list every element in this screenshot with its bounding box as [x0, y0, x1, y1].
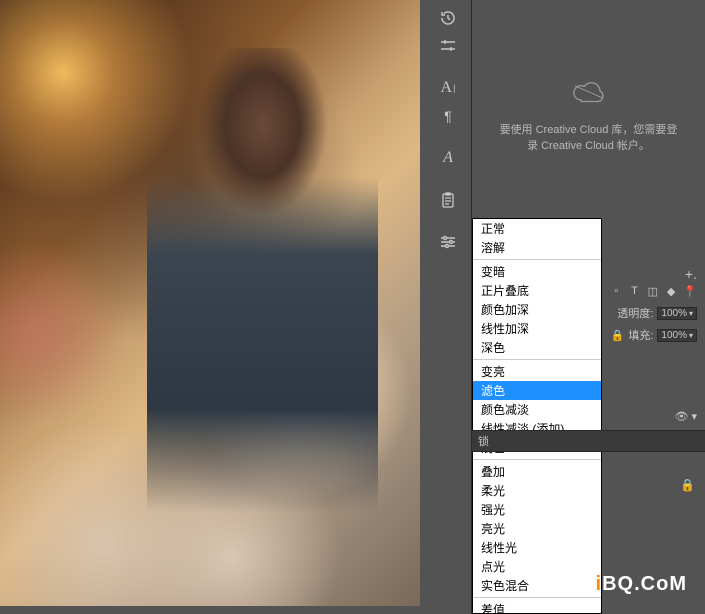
menu-separator — [473, 459, 601, 460]
lock-pixels-icon[interactable]: ▫ — [610, 284, 622, 298]
type-a-icon[interactable]: A| — [424, 74, 472, 102]
cc-message-line1: 要使用 Creative Cloud 库，您需要登 — [496, 121, 681, 137]
blend-mode-option-selected[interactable]: 滤色 — [473, 381, 601, 400]
blend-mode-option[interactable]: 变暗 — [473, 262, 601, 281]
document-canvas[interactable] — [0, 0, 420, 606]
blend-mode-option[interactable]: 柔光 — [473, 481, 601, 500]
layer-bar[interactable]: 锁 — [472, 430, 705, 452]
layer-properties: ▫ T ◫ ◆ 📍 透明度: 100% 🔒 填充: 100% — [602, 280, 705, 346]
paragraph-icon[interactable]: ¶ — [424, 102, 472, 130]
lock-label: 锁 — [478, 433, 489, 449]
character-style-icon[interactable]: A — [424, 144, 472, 172]
layer-visibility-icon[interactable]: 👁 ▾ — [674, 410, 697, 423]
fill-icon[interactable]: ◆ — [665, 284, 677, 298]
path-icon[interactable]: ◫ — [647, 284, 659, 298]
blend-mode-option[interactable]: 线性光 — [473, 538, 601, 557]
watermark: UiBQ.CoM — [580, 573, 687, 596]
blend-mode-option[interactable]: 强光 — [473, 500, 601, 519]
menu-separator — [473, 259, 601, 260]
layer-icon-row: ▫ T ◫ ◆ 📍 — [602, 280, 705, 302]
cc-message-line2: 录 Creative Cloud 帐户。 — [496, 137, 681, 153]
blend-mode-option[interactable]: 颜色减淡 — [473, 400, 601, 419]
blend-mode-option[interactable]: 线性加深 — [473, 319, 601, 338]
menu-separator — [473, 359, 601, 360]
blend-mode-option[interactable]: 溶解 — [473, 238, 601, 257]
lock-icon[interactable]: 🔒 — [680, 478, 695, 492]
type-tool-icon[interactable]: T — [628, 284, 640, 298]
blend-mode-option[interactable]: 叠加 — [473, 462, 601, 481]
settings-sliders-icon[interactable] — [424, 228, 472, 256]
blend-mode-dropdown[interactable]: 正常 溶解 变暗 正片叠底 颜色加深 线性加深 深色 变亮 滤色 颜色减淡 线性… — [472, 218, 602, 614]
clipboard-icon[interactable] — [424, 186, 472, 214]
fill-value[interactable]: 100% — [657, 329, 697, 342]
blend-mode-option[interactable]: 正常 — [473, 219, 601, 238]
blend-mode-option[interactable]: 变亮 — [473, 362, 601, 381]
fill-label: 填充: — [628, 327, 653, 343]
lock-all-icon[interactable]: 🔒 — [610, 328, 624, 342]
blend-mode-option[interactable]: 差值 — [473, 600, 601, 614]
creative-cloud-notice: 要使用 Creative Cloud 库，您需要登 录 Creative Clo… — [472, 80, 705, 153]
blend-mode-option[interactable]: 深色 — [473, 338, 601, 357]
opacity-label: 透明度: — [617, 305, 653, 321]
canvas-image-content — [147, 48, 378, 563]
blend-mode-option[interactable]: 正片叠底 — [473, 281, 601, 300]
menu-separator — [473, 597, 601, 598]
blend-mode-option[interactable]: 亮光 — [473, 519, 601, 538]
creative-cloud-icon — [570, 80, 608, 107]
history-icon[interactable] — [424, 4, 472, 32]
right-panel: 要使用 Creative Cloud 库，您需要登 录 Creative Clo… — [472, 0, 705, 614]
blend-mode-option[interactable]: 颜色加深 — [473, 300, 601, 319]
vertical-toolbar: A| ¶ A — [424, 0, 472, 614]
pin-icon[interactable]: 📍 — [683, 284, 697, 298]
opacity-value[interactable]: 100% — [657, 307, 697, 320]
adjustments-icon[interactable] — [424, 32, 472, 60]
